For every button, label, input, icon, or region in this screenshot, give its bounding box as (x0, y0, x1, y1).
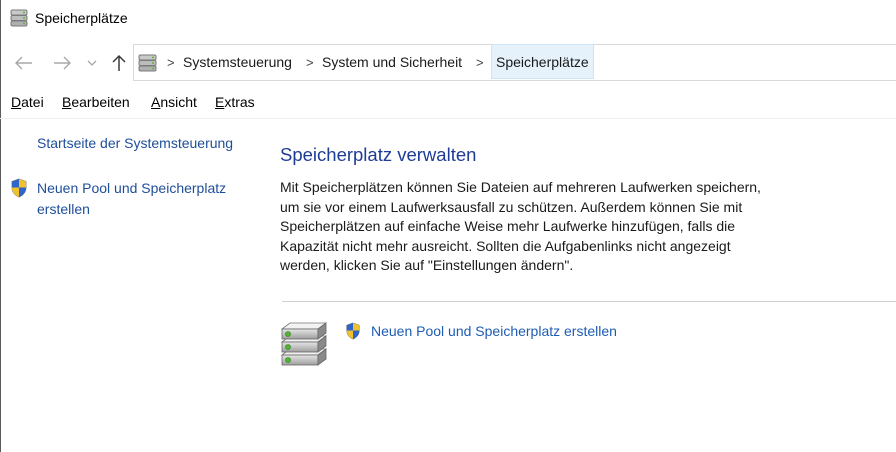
storage-drives-icon (279, 319, 329, 372)
window-title: Speicherplätze (35, 10, 128, 26)
arrow-left-icon (15, 56, 32, 70)
description-line: Speicherplätzen auf einfache Weise mehr … (280, 218, 736, 234)
breadcrumb-separator[interactable]: > (476, 45, 484, 80)
arrow-right-icon (54, 56, 71, 70)
breadcrumb-system-und-sicherheit[interactable]: System und Sicherheit (322, 45, 462, 80)
menu-bearbeiten[interactable]: Bearbeiten (62, 94, 130, 110)
breadcrumb-separator[interactable]: > (306, 45, 314, 80)
sidebar-home-link[interactable]: Startseite der Systemsteuerung (37, 133, 233, 154)
description-line: Mit Speicherplätzen können Sie Dateien a… (280, 179, 761, 195)
title-bar: Speicherplätze (0, 0, 896, 40)
menu-ansicht[interactable]: Ansicht (151, 94, 197, 110)
storage-spaces-icon (9, 8, 29, 31)
navigation-bar: > Systemsteuerung > System und Sicherhei… (0, 43, 896, 83)
description-line: Kapazität nicht mehr ausreicht. Sollten … (280, 237, 731, 254)
description-line: um sie vor einem Laufwerksausfall zu sch… (280, 198, 743, 215)
chevron-down-icon (87, 60, 97, 66)
sidebar-new-pool-link[interactable]: Neuen Pool und Speicherplatz erstellen (37, 178, 252, 220)
content-divider (282, 301, 896, 302)
breadcrumb-speicherplaetze[interactable]: Speicherplätze (491, 44, 594, 79)
breadcrumb-systemsteuerung[interactable]: Systemsteuerung (183, 45, 292, 80)
back-button[interactable] (12, 51, 36, 75)
up-button[interactable] (107, 51, 131, 75)
menu-datei[interactable]: Datei (11, 94, 44, 110)
recent-locations-button[interactable] (82, 51, 102, 75)
arrow-up-icon (112, 54, 126, 71)
uac-shield-icon (10, 178, 28, 201)
address-bar[interactable]: > Systemsteuerung > System und Sicherhei… (133, 44, 896, 81)
menu-bar: Datei Bearbeiten Ansicht Extras (0, 92, 896, 114)
breadcrumb-separator[interactable]: > (167, 45, 175, 80)
description-text: Mit Speicherplätzen können Sie Dateien a… (280, 178, 800, 276)
page-heading: Speicherplatz verwalten (280, 144, 477, 165)
new-pool-task-link[interactable]: Neuen Pool und Speicherplatz erstellen (371, 323, 617, 339)
description-line: werden, klicken Sie auf "Einstellungen ä… (280, 257, 574, 273)
storage-spaces-icon (137, 53, 159, 76)
menu-extras[interactable]: Extras (215, 94, 255, 110)
forward-button[interactable] (50, 51, 74, 75)
menu-divider (0, 118, 896, 119)
uac-shield-icon (345, 322, 361, 343)
